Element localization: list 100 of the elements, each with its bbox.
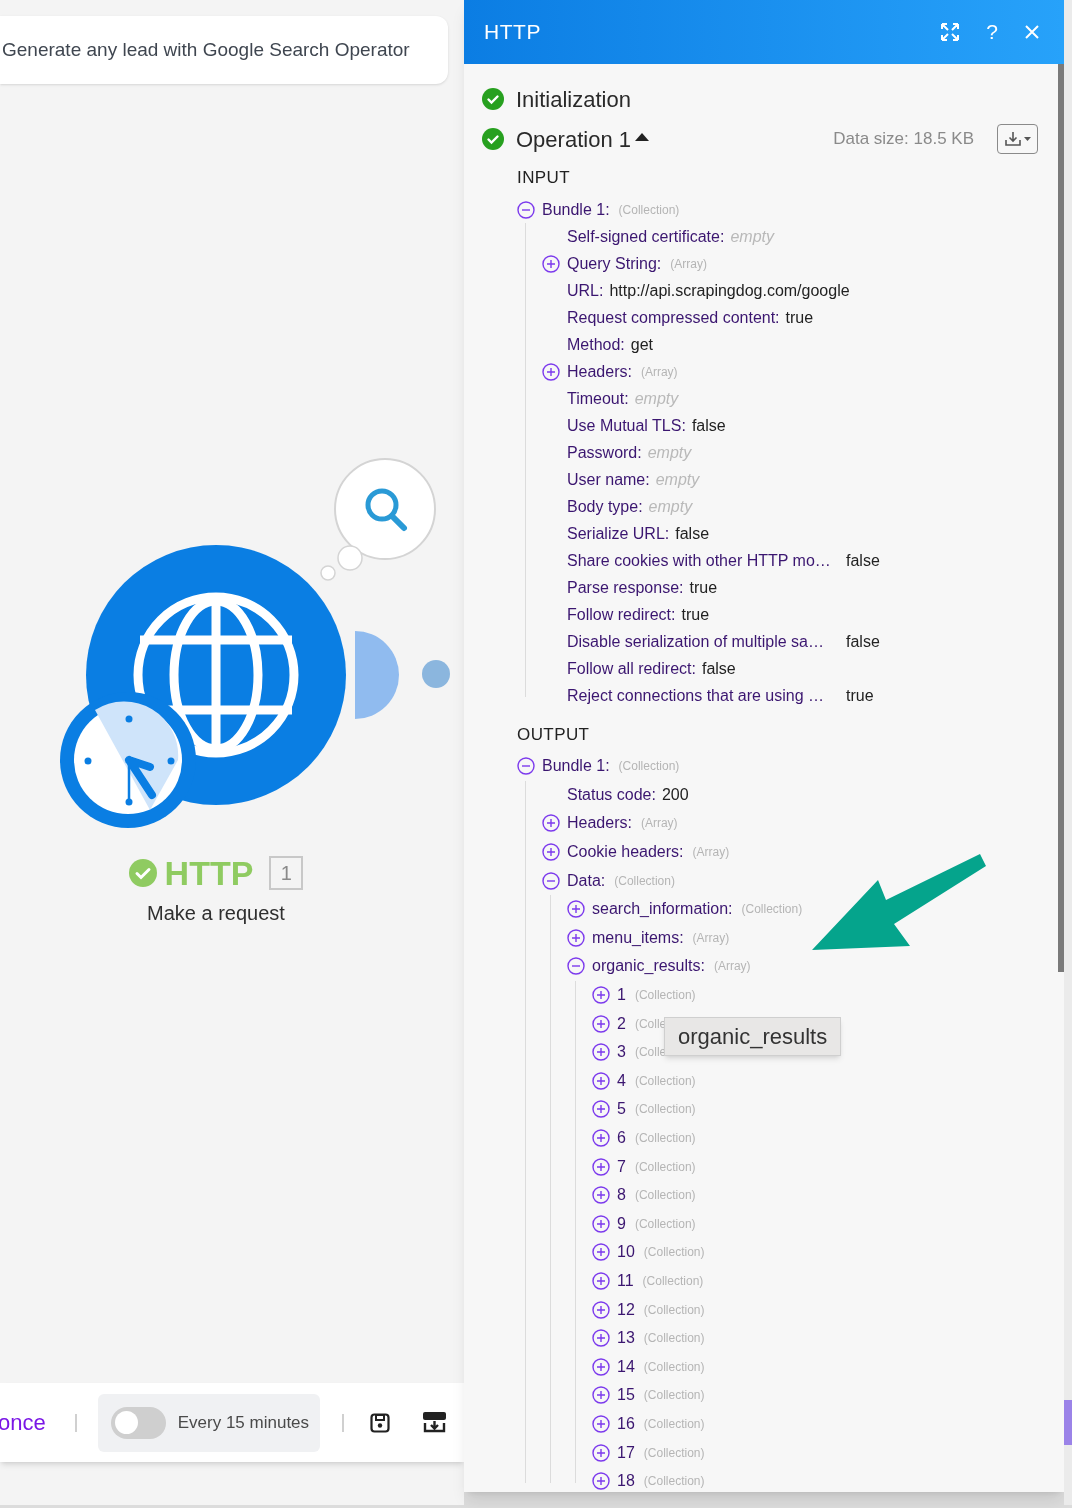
field-label: 9	[617, 1213, 626, 1234]
step-label[interactable]: Initialization	[516, 82, 631, 116]
collapse-icon[interactable]	[567, 957, 585, 976]
collapse-icon[interactable]	[517, 200, 535, 219]
field-value: true	[689, 577, 718, 598]
download-button[interactable]	[997, 124, 1038, 154]
field-label: 3	[617, 1042, 626, 1063]
expand-icon[interactable]	[592, 1357, 610, 1376]
field-label: menu_items:	[592, 927, 684, 948]
expand-icon[interactable]	[592, 1071, 610, 1090]
type-note: (Collection)	[634, 1215, 696, 1233]
expand-icon[interactable]	[592, 1472, 610, 1491]
scenario-title[interactable]: Generate any lead with Google Search Operator	[2, 35, 410, 65]
save-icon[interactable]	[369, 1412, 390, 1433]
type-note: (Collection)	[634, 1187, 696, 1205]
expand-icon[interactable]	[592, 1100, 610, 1119]
section-heading: INPUT	[516, 166, 572, 189]
download-icon	[1004, 131, 1022, 147]
field-label: search_information:	[592, 899, 733, 920]
expand-icon[interactable]	[592, 1443, 610, 1462]
expand-icon[interactable]	[542, 254, 560, 273]
connector-dot-icon[interactable]	[422, 660, 450, 688]
operation-count: 1	[269, 856, 304, 890]
type-note: (Collection)	[618, 201, 680, 219]
field-label: 12	[617, 1299, 635, 1320]
field-label: Request compressed content:	[567, 307, 780, 328]
field-label: 6	[617, 1128, 626, 1148]
field-value: false	[675, 523, 710, 544]
expand-icon[interactable]	[592, 986, 610, 1005]
type-note: (Collection)	[643, 1301, 705, 1319]
type-note: (Array)	[692, 844, 730, 862]
type-note: (Collection)	[741, 901, 803, 919]
module-subtitle: Make a request	[147, 901, 285, 926]
expand-icon[interactable]	[592, 1243, 610, 1262]
field-label: 17	[617, 1442, 635, 1463]
expand-icon[interactable]	[567, 900, 585, 919]
field-label: Use Mutual TLS:	[567, 415, 686, 436]
field-label: 16	[617, 1413, 635, 1434]
caret-icon[interactable]	[634, 132, 649, 142]
collapse-icon[interactable]	[517, 757, 535, 776]
field-label: Bundle 1:	[542, 199, 610, 220]
type-note: (Collection)	[642, 1273, 704, 1290]
step-label[interactable]: Operation 1	[516, 122, 631, 156]
field-value: empty	[730, 226, 774, 247]
field-label: Follow redirect:	[567, 604, 676, 625]
field-label: Reject connections that are using …	[567, 685, 826, 706]
expand-icon[interactable]	[592, 1157, 610, 1176]
type-note: (Collection)	[643, 1387, 705, 1405]
field-label: Headers:	[567, 361, 632, 382]
expand-icon[interactable]	[592, 1129, 610, 1147]
type-note: (Collection)	[614, 872, 675, 890]
scrollbar[interactable]	[1058, 64, 1064, 972]
field-value: false	[691, 415, 726, 436]
expand-icon[interactable]	[592, 1300, 610, 1319]
expand-icon[interactable]	[542, 814, 560, 833]
expand-icon[interactable]	[542, 362, 560, 381]
type-note: (Collection)	[643, 1358, 705, 1376]
search-bubble-icon[interactable]	[318, 458, 438, 583]
field-value: empty	[634, 388, 679, 409]
expand-icon[interactable]	[592, 1186, 610, 1205]
type-note: (Collection)	[634, 1130, 696, 1147]
type-note: (Collection)	[643, 1444, 705, 1462]
field-label: 4	[617, 1070, 626, 1091]
field-label: Password:	[567, 442, 642, 463]
field-label: User name:	[567, 469, 650, 490]
type-note: (Array)	[640, 363, 678, 381]
field-label: Follow all redirect:	[567, 658, 696, 679]
expand-icon[interactable]	[592, 1043, 610, 1062]
type-note: (Array)	[713, 958, 751, 976]
field-label: organic_results:	[592, 956, 705, 977]
expand-icon[interactable]	[592, 1214, 610, 1233]
field-label: Method:	[567, 334, 625, 355]
expand-icon[interactable]	[592, 1329, 610, 1348]
schedule-toggle[interactable]	[110, 1406, 166, 1439]
expand-icon[interactable]	[592, 1386, 610, 1405]
close-icon[interactable]	[1024, 24, 1040, 40]
field-value: http://api.scrapingdog.com/google	[609, 280, 850, 301]
type-note: (Collection)	[634, 1072, 696, 1090]
tray-download-icon[interactable]	[422, 1412, 446, 1433]
expand-icon[interactable]	[567, 928, 585, 947]
type-note: (Array)	[640, 815, 678, 833]
field-value: false	[846, 550, 880, 571]
field-label: Body type:	[567, 496, 643, 517]
expand-icon[interactable]	[592, 1014, 610, 1033]
collapse-icon[interactable]	[542, 871, 560, 890]
success-check-icon	[128, 859, 157, 887]
field-label: URL:	[567, 280, 604, 301]
type-note: (Collection)	[634, 987, 696, 1005]
schedule-control[interactable]: Every 15 minutes	[97, 1393, 320, 1452]
field-value: 200	[661, 784, 689, 805]
field-label: 11	[617, 1271, 634, 1291]
tooltip: organic_results	[664, 1017, 842, 1056]
field-label: Bundle 1:	[542, 756, 610, 777]
expand-icon[interactable]	[592, 1414, 610, 1433]
expand-icon[interactable]	[542, 843, 560, 862]
success-check-icon	[482, 128, 504, 150]
type-note: (Collection)	[643, 1330, 705, 1348]
expand-icon[interactable]	[592, 1272, 610, 1290]
type-note: (Collection)	[634, 1158, 696, 1176]
field-value: empty	[647, 442, 692, 463]
